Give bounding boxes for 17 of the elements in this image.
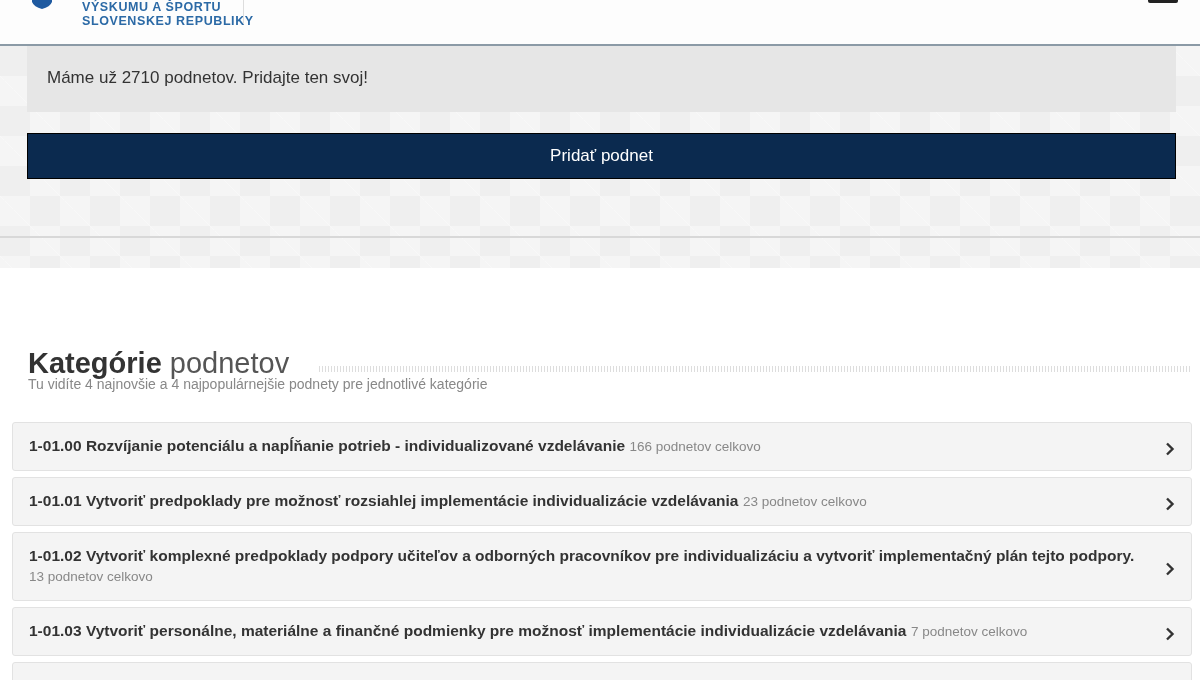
category-item[interactable]: 1-01.02 Vytvoriť komplexné predpoklady podpory učiteľov a odborných pracovníkov pre individualizáciu a vytvoriť implementačný plán tejto podpory. 13 podnetov celkovo xyxy=(12,532,1192,601)
suggestion-count: 13 podnetov celkovo xyxy=(29,569,153,584)
suggestion-count: 166 podnetov celkovo xyxy=(629,439,761,454)
category-item[interactable]: 1-01.01 Vytvoriť predpoklady pre možnosť rozsiahlej implementácie individualizácie vzdelávania 23 podnetov celkovo xyxy=(12,477,1192,526)
suggestion-count: 7 podnetov celkovo xyxy=(910,624,1028,639)
add-suggestion-button[interactable]: Pridať podnet xyxy=(27,133,1176,179)
suggestion-count: 23 podnetov celkovo xyxy=(742,494,867,509)
category-title: 1-01.00 Rozvíjanie potenciálu a napĺňanie potrieb - individualizované vzdelávanie xyxy=(29,437,626,454)
category-title: 1-01.01 Vytvoriť predpoklady pre možnosť rozsiahlej implementácie individualizácie vzdelávania xyxy=(29,492,739,509)
logo-text: VÝSKUMU A ŠPORTU xyxy=(82,0,223,14)
category-title: 1-01.03 Vytvoriť personálne, materiálne a finančné podmienky pre možnosť implementácie individualizácie vzdelávania xyxy=(29,622,907,639)
info-message: Máme už 2710 podnetov. Pridajte ten svoj! xyxy=(27,46,1176,112)
category-title: 1-01.02 Vytvoriť komplexné predpoklady podpory učiteľov a odborných pracovníkov pre individualizáciu a vytvoriť implementačný plán tejto podpory. xyxy=(29,547,1135,564)
category-item[interactable]: 1-01.03 Vytvoriť personálne, materiálne a finančné podmienky pre možnosť implementácie individualizácie vzdelávania 7 podnetov celkovo xyxy=(12,607,1192,656)
section-heading: Kategórie podnetov xyxy=(28,348,290,378)
category-item[interactable]: 1-01.00 Rozvíjanie potenciálu a napĺňanie potrieb - individualizované vzdelávanie 166 podnetov celkovo xyxy=(12,422,1192,471)
logo-text: SLOVENSKEJ REPUBLIKY xyxy=(82,14,254,28)
